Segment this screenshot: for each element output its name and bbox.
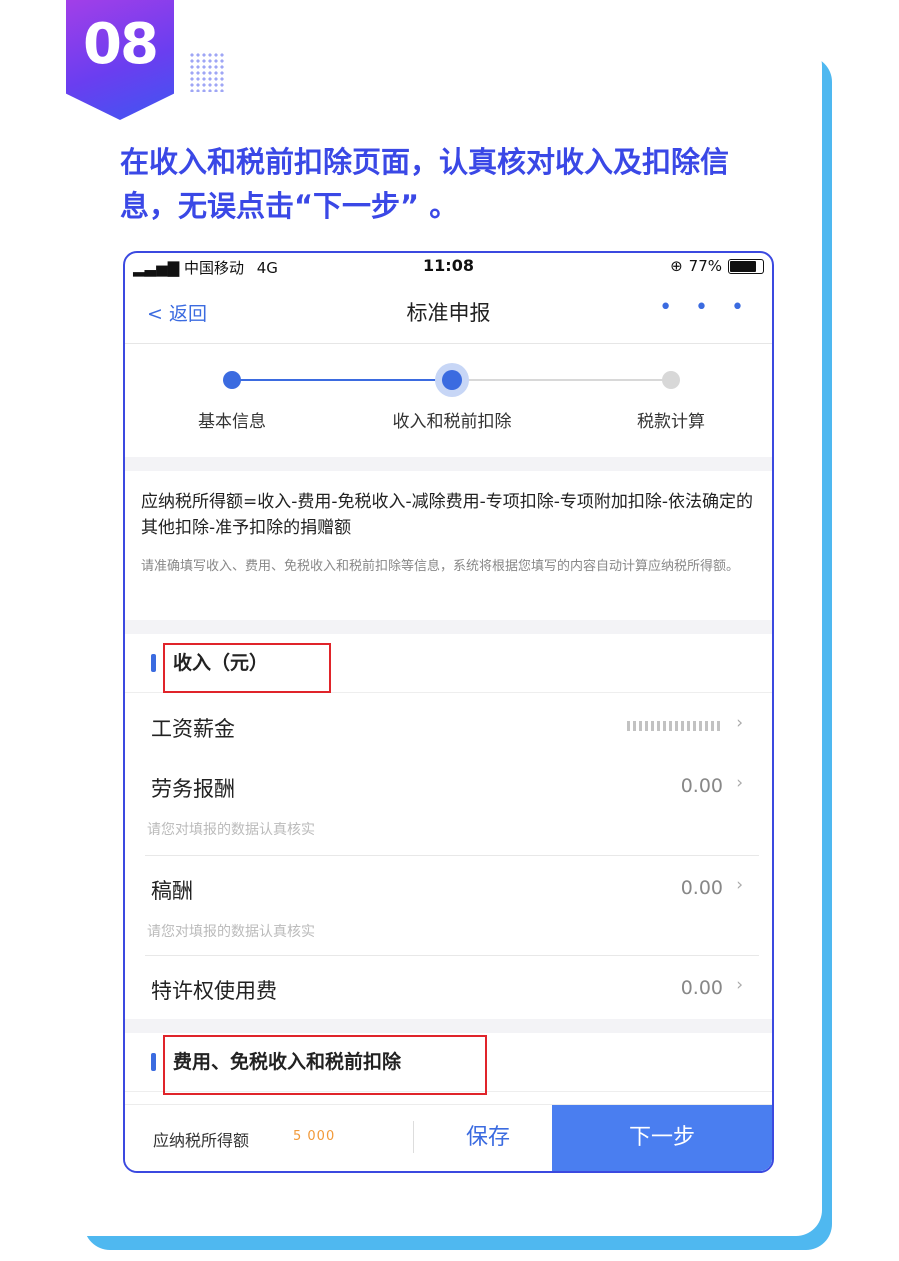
step-dot-tax-calc <box>662 371 680 389</box>
progress-steps: 基本信息 收入和税前扣除 税款计算 <box>125 343 772 457</box>
status-bar: ▂▃▅▇ 中国移动 4G 11:08 ⊕ 77% <box>125 253 772 279</box>
section-marker <box>151 654 156 672</box>
step-badge-number: 08 <box>83 12 159 77</box>
phone-screen: ▂▃▅▇ 中国移动 4G 11:08 ⊕ 77% < 返回 标准申报 • • •… <box>123 251 774 1173</box>
next-step-button[interactable]: 下一步 <box>552 1105 772 1171</box>
hint-text: 请准确填写收入、费用、免税收入和税前扣除等信息，系统将根据您填写的内容自动计算应… <box>141 559 740 574</box>
chevron-right-icon: › <box>736 875 743 895</box>
section-gap <box>125 1019 772 1033</box>
step-line-done <box>233 379 451 381</box>
income-label: 稿酬 <box>151 879 193 903</box>
nav-bar: < 返回 标准申报 • • • <box>125 279 772 344</box>
dot-pattern-decoration <box>189 52 225 92</box>
step-label-income: 收入和税前扣除 <box>392 412 512 432</box>
step-label-basic-info: 基本信息 <box>198 412 266 432</box>
income-value: 0.00 <box>680 877 723 899</box>
income-value: 0.00 <box>680 977 723 999</box>
section-marker <box>151 1053 156 1071</box>
highlight-box-income <box>163 643 331 693</box>
income-value: 0.00 <box>680 775 723 797</box>
taxable-income-label: 应纳税所得额 <box>153 1131 250 1150</box>
chevron-right-icon: › <box>736 975 743 995</box>
instruction-text: 在收入和税前扣除页面，认真核对收入及扣除信息，无误点击“下一步” 。 <box>120 145 730 223</box>
taxable-income-value: 5 000 <box>293 1129 336 1144</box>
formula-text: 应纳税所得额=收入-费用-免税收入-减除费用-专项扣除-专项附加扣除-依法确定的… <box>141 492 754 538</box>
verify-note: 请您对填报的数据认真核实 <box>147 822 315 838</box>
bottom-action-bar: 应纳税所得额 5 000 保存 下一步 <box>125 1104 772 1171</box>
step-dot-income <box>442 370 462 390</box>
highlight-box-deduction <box>163 1035 487 1095</box>
row-divider <box>145 955 759 956</box>
income-label: 特许权使用费 <box>151 979 277 1003</box>
save-button[interactable]: 保存 <box>425 1105 551 1171</box>
income-label: 工资薪金 <box>151 717 235 741</box>
verify-note: 请您对填报的数据认真核实 <box>147 924 315 940</box>
income-label: 劳务报酬 <box>151 777 235 801</box>
bottom-separator <box>413 1121 414 1153</box>
step-dot-basic-info <box>223 371 241 389</box>
chevron-right-icon: › <box>736 773 743 793</box>
rotation-lock-icon: ⊕ <box>670 257 683 275</box>
status-right: ⊕ 77% <box>670 257 764 275</box>
battery-icon <box>728 258 764 274</box>
more-options-button[interactable]: • • • <box>659 295 752 320</box>
masked-value <box>627 721 723 731</box>
section-gap <box>125 457 772 471</box>
battery-percent: 77% <box>688 257 722 275</box>
step-line-pending <box>451 379 671 381</box>
section-gap <box>125 620 772 634</box>
step-label-tax-calc: 税款计算 <box>637 412 705 432</box>
chevron-right-icon: › <box>736 713 743 733</box>
row-divider <box>145 855 759 856</box>
